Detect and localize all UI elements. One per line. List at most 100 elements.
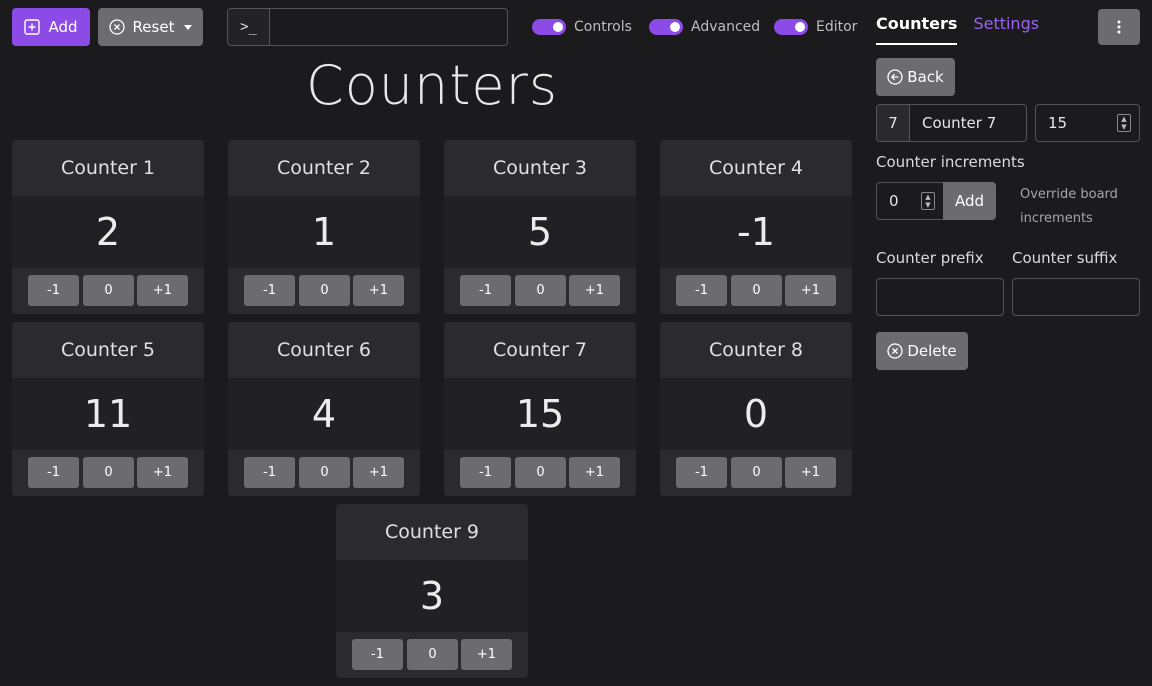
toggle-label: Controls [574,19,632,35]
add-button[interactable]: Add [12,8,90,46]
counter-card: Counter 7 15 -1 0 +1 [444,322,636,496]
reset-button-label: Reset [132,18,175,36]
counter-name: Counter 2 [228,140,420,196]
caret-down-icon [184,24,193,30]
counter-value: 3 [336,560,528,632]
x-circle-icon [108,19,125,35]
counter-value: 15 [444,378,636,450]
plus-square-icon [24,19,41,35]
counter-name: Counter 6 [228,322,420,378]
toggle-advanced[interactable]: Advanced [649,19,760,35]
increment-button[interactable]: +1 [353,275,404,306]
delete-button[interactable]: Delete [876,332,968,370]
decrement-button[interactable]: -1 [460,457,511,488]
decrement-button[interactable]: -1 [28,457,79,488]
toggle-switch[interactable] [532,19,566,35]
zero-button[interactable]: 0 [299,275,350,306]
x-circle-icon [887,343,903,359]
counter-value: 2 [12,196,204,268]
zero-button[interactable]: 0 [407,639,458,670]
toggle-label: Editor [816,19,858,35]
back-button-label: Back [907,68,944,86]
increment-input-value[interactable]: 0 [889,192,899,210]
counter-card: Counter 9 3 -1 0 +1 [336,504,528,678]
zero-button[interactable]: 0 [299,457,350,488]
increment-button[interactable]: +1 [137,275,188,306]
toggle-switch[interactable] [649,19,683,35]
counter-value-input[interactable]: 15 [1048,114,1067,132]
counter-value: -1 [660,196,852,268]
zero-button[interactable]: 0 [515,275,566,306]
counter-increments-label: Counter increments [876,153,1025,171]
arrow-left-circle-icon [887,69,903,85]
toggle-controls[interactable]: Controls [532,19,632,35]
spinner-icon[interactable]: ▲ ▼ [1117,114,1131,132]
terminal-prompt-icon: >_ [228,9,270,45]
counter-name-field[interactable]: 7 Counter 7 [876,104,1027,142]
zero-button[interactable]: 0 [515,457,566,488]
tab-settings[interactable]: Settings [973,14,1039,45]
add-increment-button[interactable]: Add [943,182,996,220]
toggle-editor[interactable]: Editor [774,19,857,35]
decrement-button[interactable]: -1 [676,457,727,488]
increment-button[interactable]: +1 [137,457,188,488]
counter-suffix-input[interactable] [1012,278,1140,316]
sidebar-tabs: Counters Settings [876,14,1039,45]
command-input[interactable]: >_ [227,8,508,46]
counter-value: 0 [660,378,852,450]
decrement-button[interactable]: -1 [352,639,403,670]
counter-name: Counter 3 [444,140,636,196]
increment-button[interactable]: +1 [461,639,512,670]
decrement-button[interactable]: -1 [460,275,511,306]
zero-button[interactable]: 0 [83,457,134,488]
command-input-value[interactable] [270,9,507,45]
zero-button[interactable]: 0 [731,457,782,488]
counter-name: Counter 4 [660,140,852,196]
increment-button[interactable]: +1 [785,457,836,488]
kebab-icon [1117,20,1121,34]
override-increments-note: Override board increments [1020,187,1118,226]
page-title: Counters [306,54,558,117]
counter-value: 5 [444,196,636,268]
delete-button-label: Delete [907,342,957,360]
increment-button[interactable]: +1 [569,457,620,488]
decrement-button[interactable]: -1 [244,275,295,306]
counter-name-value[interactable]: Counter 7 [910,114,996,132]
increment-button[interactable]: +1 [785,275,836,306]
counter-value: 11 [12,378,204,450]
counter-name: Counter 1 [12,140,204,196]
back-button[interactable]: Back [876,58,955,96]
tab-counters[interactable]: Counters [876,14,958,45]
more-menu-button[interactable] [1098,9,1140,45]
add-button-label: Add [48,18,78,36]
counter-card: Counter 8 0 -1 0 +1 [660,322,852,496]
counter-name: Counter 8 [660,322,852,378]
counter-suffix-label: Counter suffix [1012,249,1118,267]
counter-card: Counter 5 11 -1 0 +1 [12,322,204,496]
counter-prefix-label: Counter prefix [876,249,984,267]
zero-button[interactable]: 0 [731,275,782,306]
toggle-switch[interactable] [774,19,808,35]
counter-name: Counter 5 [12,322,204,378]
counter-card: Counter 3 5 -1 0 +1 [444,140,636,314]
increment-button[interactable]: +1 [569,275,620,306]
counter-index-addon: 7 [877,105,910,141]
increment-input[interactable]: 0 ▲ ▼ [876,182,944,220]
zero-button[interactable]: 0 [83,275,134,306]
counter-value-field[interactable]: 15 ▲ ▼ [1035,104,1140,142]
counter-name: Counter 9 [336,504,528,560]
counter-card: Counter 4 -1 -1 0 +1 [660,140,852,314]
counter-prefix-input[interactable] [876,278,1004,316]
toggle-label: Advanced [691,19,761,35]
decrement-button[interactable]: -1 [28,275,79,306]
decrement-button[interactable]: -1 [244,457,295,488]
counter-card: Counter 2 1 -1 0 +1 [228,140,420,314]
spinner-icon[interactable]: ▲ ▼ [921,192,935,210]
decrement-button[interactable]: -1 [676,275,727,306]
reset-button[interactable]: Reset [98,8,203,46]
increment-button[interactable]: +1 [353,457,404,488]
counter-card: Counter 1 2 -1 0 +1 [12,140,204,314]
counter-card: Counter 6 4 -1 0 +1 [228,322,420,496]
counter-name: Counter 7 [444,322,636,378]
counter-value: 1 [228,196,420,268]
